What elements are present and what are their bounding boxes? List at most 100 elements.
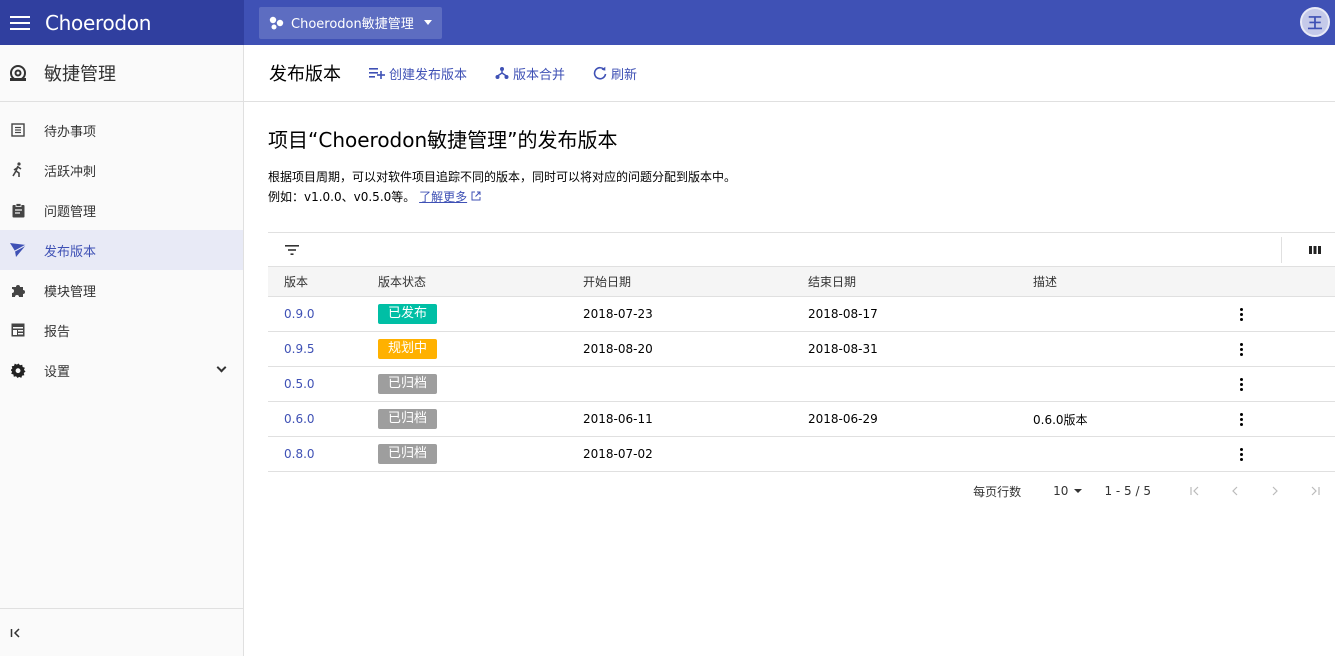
version-link[interactable]: 0.5.0 xyxy=(268,366,378,402)
backlog-icon xyxy=(10,122,26,138)
description-cell: 0.6.0版本 xyxy=(1033,401,1233,437)
last-page-button[interactable] xyxy=(1295,486,1335,496)
version-link[interactable]: 0.8.0 xyxy=(268,436,378,472)
column-header-status[interactable]: 版本状态 xyxy=(378,266,583,297)
table-row[interactable]: 0.8.0 已归档 2018-07-02 xyxy=(268,436,1335,472)
refresh-button[interactable]: 刷新 xyxy=(593,64,637,83)
merge-version-button[interactable]: 版本合并 xyxy=(495,64,565,83)
table-row[interactable]: 0.9.0 已发布 2018-07-23 2018-08-17 xyxy=(268,296,1335,332)
description-cell xyxy=(1033,296,1233,332)
top-header: Choerodon Choerodon敏捷管理 王 xyxy=(0,0,1335,45)
learn-more-link[interactable]: 了解更多 xyxy=(419,190,467,204)
next-page-button[interactable] xyxy=(1255,486,1295,496)
sidebar-item-label: 设置 xyxy=(44,364,71,380)
end-date-cell: 2018-08-31 xyxy=(808,331,1033,367)
column-header-end-date[interactable]: 结束日期 xyxy=(808,266,1033,297)
end-date-cell: 2018-06-29 xyxy=(808,401,1033,437)
release-table: 版本 版本状态 开始日期 结束日期 描述 0.9.0 已发布 2018-07-23 2… xyxy=(268,266,1335,472)
page-range: 1 - 5 / 5 xyxy=(1104,484,1151,498)
sidebar-item-label: 问题管理 xyxy=(44,204,97,220)
start-date-cell xyxy=(583,366,808,402)
status-badge: 已发布 xyxy=(378,304,438,324)
more-vert-icon[interactable] xyxy=(1233,304,1249,324)
status-badge: 已归档 xyxy=(378,444,438,464)
table-row[interactable]: 0.5.0 已归档 xyxy=(268,366,1335,402)
brand-area: Choerodon xyxy=(0,0,244,45)
more-vert-icon[interactable] xyxy=(1233,444,1249,464)
sidebar-nav: 待办事项 活跃冲刺 问题管理 发布版本 模块管理 报告 设置 xyxy=(0,102,243,390)
status-cell: 规划中 xyxy=(378,331,583,367)
sidebar-item-release[interactable]: 发布版本 xyxy=(0,230,243,270)
end-date-cell xyxy=(808,366,1033,402)
table-row[interactable]: 0.9.5 规划中 2018-08-20 2018-08-31 xyxy=(268,331,1335,367)
status-cell: 已归档 xyxy=(378,401,583,437)
description-line-2: 例如：v1.0.0、v0.5.0等。 了解更多 xyxy=(268,187,1335,207)
report-icon xyxy=(10,322,26,338)
status-badge: 已归档 xyxy=(378,409,438,429)
external-link-icon[interactable] xyxy=(471,191,481,201)
filter-icon[interactable] xyxy=(285,244,299,255)
clipboard-icon xyxy=(10,202,26,218)
sidebar-item-label: 报告 xyxy=(44,324,71,340)
status-cell: 已归档 xyxy=(378,436,583,472)
module-title: 敏捷管理 xyxy=(44,64,116,85)
module-header: 敏捷管理 xyxy=(0,45,243,102)
column-header-start-date[interactable]: 开始日期 xyxy=(583,266,808,297)
version-link[interactable]: 0.6.0 xyxy=(268,401,378,437)
project-icon xyxy=(269,16,284,29)
create-release-button[interactable]: 创建发布版本 xyxy=(369,64,467,83)
hamburger-menu-icon[interactable] xyxy=(10,15,30,30)
user-avatar[interactable]: 王 xyxy=(1300,7,1330,37)
more-vert-icon[interactable] xyxy=(1233,374,1249,394)
more-vert-icon[interactable] xyxy=(1233,339,1249,359)
status-badge: 已归档 xyxy=(378,374,438,394)
last-page-icon xyxy=(1311,486,1320,496)
content-area: 项目“Choerodon敏捷管理”的发布版本 根据项目周期，可以对软件项目追踪不… xyxy=(244,102,1335,510)
column-header-version[interactable]: 版本 xyxy=(268,266,378,297)
sidebar-item-backlog[interactable]: 待办事项 xyxy=(0,110,243,150)
page-header: 发布版本 创建发布版本 版本合并 刷新 xyxy=(244,45,1335,102)
project-selector[interactable]: Choerodon敏捷管理 xyxy=(259,6,442,39)
app-name[interactable]: Choerodon xyxy=(45,11,151,35)
start-date-cell: 2018-07-23 xyxy=(583,296,808,332)
column-header-description[interactable]: 描述 xyxy=(1033,266,1233,297)
sidebar-item-settings[interactable]: 设置 xyxy=(0,350,243,390)
playlist-add-icon xyxy=(369,68,385,79)
version-link[interactable]: 0.9.5 xyxy=(268,331,378,367)
more-vert-icon[interactable] xyxy=(1233,409,1249,429)
refresh-label: 刷新 xyxy=(611,67,638,83)
actions-cell xyxy=(1233,366,1335,402)
version-link[interactable]: 0.9.0 xyxy=(268,296,378,332)
sidebar-item-issues[interactable]: 问题管理 xyxy=(0,190,243,230)
view-column-icon xyxy=(1309,246,1321,254)
table-header-row: 版本 版本状态 开始日期 结束日期 描述 xyxy=(268,266,1335,297)
sidebar-item-report[interactable]: 报告 xyxy=(0,310,243,350)
content-title: 项目“Choerodon敏捷管理”的发布版本 xyxy=(268,128,618,152)
table-toolbar xyxy=(268,232,1335,266)
description-cell xyxy=(1033,436,1233,472)
column-settings-button[interactable] xyxy=(1281,237,1335,263)
rows-per-page-value: 10 xyxy=(1053,484,1069,498)
description-example: 例如：v1.0.0、v0.5.0等。 xyxy=(268,190,416,204)
table-row[interactable]: 0.6.0 已归档 2018-06-11 2018-06-29 0.6.0版本 xyxy=(268,401,1335,437)
chevron-down-icon xyxy=(216,362,227,373)
first-page-button[interactable] xyxy=(1175,486,1215,496)
start-date-cell: 2018-08-20 xyxy=(583,331,808,367)
gear-icon xyxy=(10,362,26,378)
send-icon xyxy=(10,242,26,258)
collapse-sidebar-button[interactable] xyxy=(0,608,243,656)
merge-icon xyxy=(495,67,509,79)
rows-per-page-select[interactable]: 10 xyxy=(1053,484,1083,498)
sidebar-item-label: 活跃冲刺 xyxy=(44,164,97,180)
chevron-down-icon xyxy=(423,20,432,25)
column-header-actions xyxy=(1233,266,1335,297)
pagination: 每页行数 10 1 - 5 / 5 xyxy=(268,472,1335,510)
sidebar-item-label: 待办事项 xyxy=(44,124,97,140)
page-title: 发布版本 xyxy=(269,64,341,85)
previous-page-button[interactable] xyxy=(1215,486,1255,496)
sidebar-item-active-sprint[interactable]: 活跃冲刺 xyxy=(0,150,243,190)
running-person-icon xyxy=(10,162,26,178)
agile-module-icon xyxy=(10,65,26,81)
refresh-icon xyxy=(593,66,607,80)
sidebar-item-modules[interactable]: 模块管理 xyxy=(0,270,243,310)
